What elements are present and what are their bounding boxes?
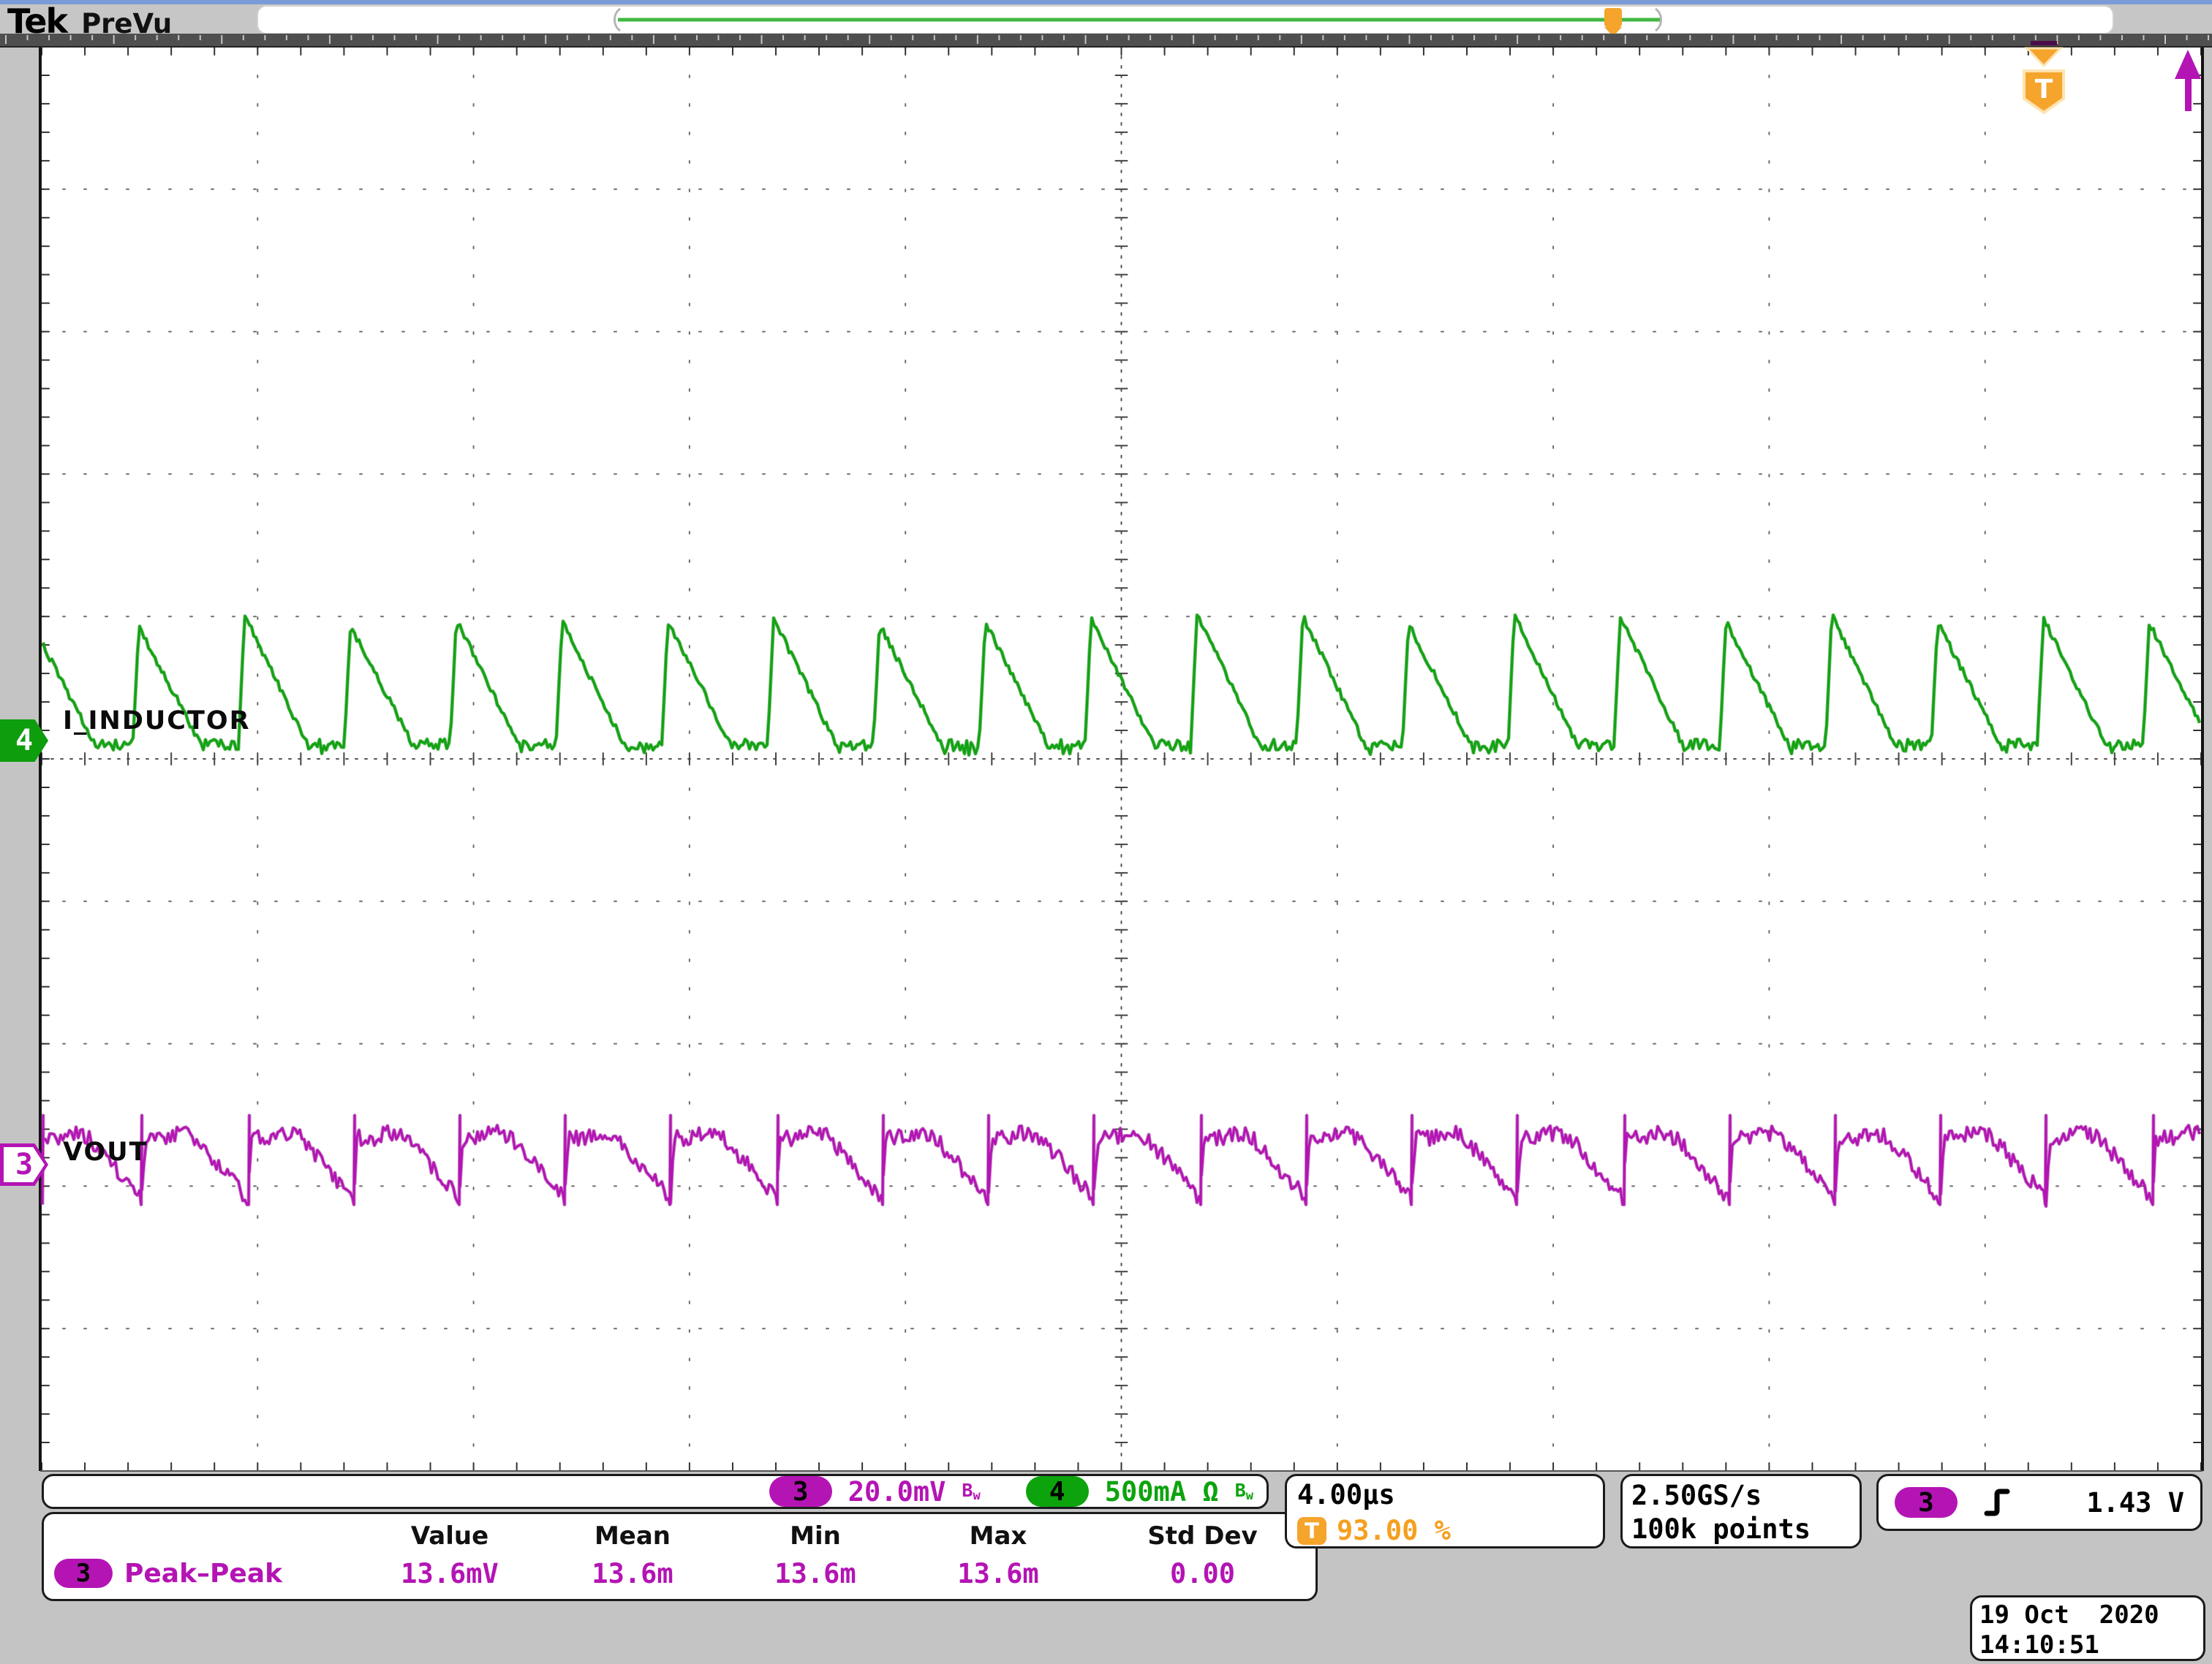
- date-label: 19 Oct 2020: [1979, 1600, 2203, 1630]
- channel4-coupling: Ω: [1202, 1476, 1218, 1508]
- record-trigger-flag: [1604, 8, 1622, 27]
- channel4-number: 4: [15, 724, 33, 757]
- channel-scale-readout-box[interactable]: 3 20.0mV Bw 4 500mA Ω Bw: [42, 1474, 1269, 1509]
- col-header-mean: Mean: [541, 1521, 724, 1551]
- window-top-strip: [0, 0, 2212, 4]
- trigger-readout-box[interactable]: 3 1.43 V: [1876, 1474, 2202, 1531]
- measurement-max: 13.6m: [907, 1558, 1090, 1589]
- channel4-badge: 4: [1026, 1476, 1089, 1507]
- acquisition-readout-box[interactable]: 2.50GS/s 100k points: [1620, 1474, 1862, 1548]
- col-header-stddev: Std Dev: [1090, 1521, 1316, 1551]
- channel4-waveform-label: I_INDUCTOR: [63, 706, 251, 735]
- top-ruler: [0, 34, 2212, 47]
- channel3-number: 3: [15, 1148, 33, 1181]
- col-header-value: Value: [358, 1521, 541, 1551]
- horizontal-scale: 4.00µs: [1297, 1479, 1603, 1510]
- tek-logo: Tek: [7, 1, 67, 41]
- channel3-waveform-label: VOUT: [63, 1138, 148, 1167]
- record-length: 100k points: [1631, 1513, 1860, 1546]
- measurement-name: Peak–Peak: [124, 1559, 282, 1589]
- channel4-bandwidth-icon: Bw: [1235, 1481, 1253, 1502]
- col-header-min: Min: [724, 1521, 907, 1551]
- trigger-source-badge: 3: [1895, 1487, 1958, 1518]
- sample-rate: 2.50GS/s: [1631, 1479, 1860, 1513]
- trigger-level: 1.43 V: [2086, 1487, 2184, 1519]
- measurement-min: 13.6m: [724, 1558, 907, 1589]
- time-label: 14:10:51: [1979, 1630, 2203, 1660]
- channel4-scale: 500mA Ω: [1105, 1476, 1219, 1508]
- graticule-and-waveforms: T: [0, 0, 2212, 1664]
- measurement-table: Value Mean Min Max Std Dev 3 Peak–Peak 1…: [42, 1512, 1318, 1601]
- measurement-stddev: 0.00: [1090, 1558, 1316, 1589]
- datetime-box: 19 Oct 2020 14:10:51: [1970, 1595, 2205, 1661]
- svg-text:T: T: [2035, 75, 2053, 105]
- rising-edge-icon: [1982, 1486, 2016, 1519]
- trigger-t-icon: T: [1297, 1517, 1326, 1545]
- channel3-badge: 3: [769, 1476, 832, 1507]
- measurement-value: 13.6mV: [358, 1558, 541, 1589]
- channel3-scale: 20.0mV: [848, 1476, 946, 1508]
- horizontal-readout-box[interactable]: 4.00µs T 93.00 %: [1285, 1474, 1605, 1548]
- channel3-bandwidth-icon: Bw: [962, 1481, 980, 1502]
- measurement-channel-badge: 3: [54, 1559, 113, 1588]
- acquisition-mode-label: PreVu: [81, 8, 172, 39]
- header: Tek PreVu: [7, 1, 172, 34]
- trigger-position-percent: 93.00 %: [1337, 1515, 1451, 1546]
- col-header-max: Max: [907, 1521, 1090, 1551]
- trigger-position-tick: [2031, 41, 2057, 45]
- measurement-row-label[interactable]: 3 Peak–Peak: [44, 1559, 358, 1589]
- measurement-mean: 13.6m: [541, 1558, 724, 1589]
